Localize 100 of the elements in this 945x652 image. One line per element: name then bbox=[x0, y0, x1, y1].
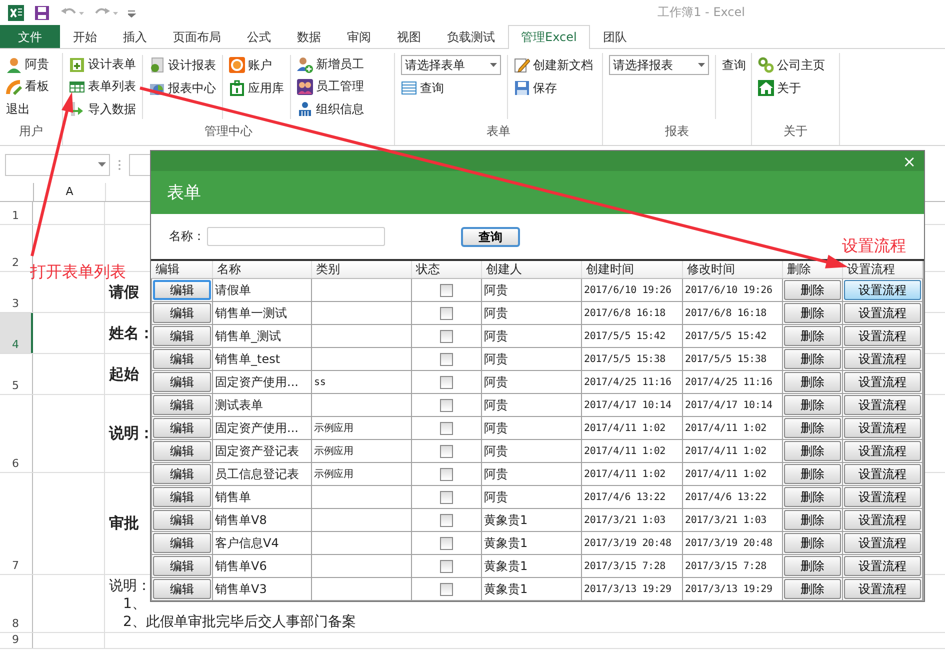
checkbox[interactable] bbox=[440, 537, 453, 550]
ribbon-button[interactable]: 查询 bbox=[722, 55, 746, 75]
ribbon-button[interactable]: 查询 bbox=[401, 78, 501, 98]
edit-button[interactable]: 编辑 bbox=[153, 441, 211, 461]
ribbon-button[interactable]: 员工管理 bbox=[297, 77, 364, 97]
ribbon-tab[interactable]: 负载测试 bbox=[434, 25, 508, 48]
delete-button[interactable]: 删除 bbox=[784, 280, 841, 300]
name-box[interactable] bbox=[5, 154, 110, 176]
checkbox[interactable] bbox=[440, 353, 453, 366]
checkbox[interactable] bbox=[440, 376, 453, 390]
delete-button[interactable]: 删除 bbox=[784, 303, 841, 323]
ribbon-button[interactable]: 阿贵 bbox=[6, 55, 49, 74]
query-button[interactable]: 查询 bbox=[461, 226, 520, 246]
delete-button[interactable]: 删除 bbox=[784, 372, 841, 392]
ribbon-tab[interactable]: 团队 bbox=[590, 25, 640, 48]
excel-icon[interactable] bbox=[8, 4, 24, 20]
delete-button[interactable]: 删除 bbox=[784, 510, 841, 530]
edit-button[interactable]: 编辑 bbox=[153, 395, 211, 415]
edit-button[interactable]: 编辑 bbox=[153, 510, 211, 530]
set-flow-button[interactable]: 设置流程 bbox=[844, 510, 921, 530]
checkbox[interactable] bbox=[440, 399, 453, 412]
column-header[interactable]: A bbox=[34, 183, 106, 201]
dropdown[interactable]: 请选择表单 bbox=[401, 55, 501, 75]
ribbon-button[interactable]: 设计表单 bbox=[69, 55, 136, 74]
row-header[interactable]: 7 bbox=[0, 473, 33, 574]
edit-button[interactable]: 编辑 bbox=[153, 533, 211, 553]
edit-button[interactable]: 编辑 bbox=[153, 464, 211, 484]
ribbon-button[interactable]: 设计报表 bbox=[149, 55, 216, 75]
checkbox[interactable] bbox=[440, 491, 453, 504]
edit-button[interactable]: 编辑 bbox=[153, 579, 211, 599]
close-button[interactable]: × bbox=[902, 152, 916, 170]
checkbox[interactable] bbox=[440, 560, 453, 574]
edit-button[interactable]: 编辑 bbox=[153, 280, 211, 300]
edit-button[interactable]: 编辑 bbox=[153, 349, 211, 369]
ribbon-button[interactable]: 应用库 bbox=[229, 78, 284, 98]
edit-button[interactable]: 编辑 bbox=[153, 372, 211, 392]
set-flow-button[interactable]: 设置流程 bbox=[844, 556, 921, 576]
ribbon-button[interactable]: 新增员工 bbox=[297, 55, 364, 74]
ribbon-tab[interactable]: 插入 bbox=[110, 25, 160, 48]
checkbox[interactable] bbox=[440, 468, 453, 482]
set-flow-button[interactable]: 设置流程 bbox=[844, 464, 921, 484]
checkbox[interactable] bbox=[440, 583, 453, 596]
row-header[interactable]: 8 bbox=[0, 575, 33, 632]
ribbon-button[interactable]: 创建新文档 bbox=[514, 55, 593, 75]
ribbon-tab[interactable]: 视图 bbox=[384, 25, 434, 48]
set-flow-button[interactable]: 设置流程 bbox=[844, 349, 921, 369]
ribbon-button[interactable]: 报表中心 bbox=[149, 78, 216, 98]
delete-button[interactable]: 删除 bbox=[784, 441, 841, 461]
ribbon-button[interactable]: 组织信息 bbox=[297, 100, 364, 119]
delete-button[interactable]: 删除 bbox=[784, 533, 841, 553]
checkbox[interactable] bbox=[440, 514, 453, 528]
edit-button[interactable]: 编辑 bbox=[153, 326, 211, 346]
name-field[interactable] bbox=[207, 227, 385, 246]
ribbon-tab[interactable]: 页面布局 bbox=[160, 25, 234, 48]
delete-button[interactable]: 删除 bbox=[784, 556, 841, 576]
ribbon-tab[interactable]: 审阅 bbox=[334, 25, 384, 48]
set-flow-button[interactable]: 设置流程 bbox=[844, 372, 921, 392]
row-header[interactable]: 4 bbox=[0, 313, 33, 353]
checkbox[interactable] bbox=[440, 422, 453, 436]
save-icon[interactable] bbox=[34, 4, 50, 20]
ribbon-button[interactable]: 关于 bbox=[758, 78, 825, 98]
ribbon-button[interactable]: 保存 bbox=[514, 78, 593, 98]
set-flow-button[interactable]: 设置流程 bbox=[844, 303, 921, 323]
row-header[interactable]: 2 bbox=[0, 225, 33, 271]
set-flow-button[interactable]: 设置流程 bbox=[844, 533, 921, 553]
delete-button[interactable]: 删除 bbox=[784, 395, 841, 415]
ribbon-tab[interactable]: 公式 bbox=[234, 25, 284, 48]
ribbon-button[interactable]: 表单列表 bbox=[69, 77, 136, 97]
ribbon-button[interactable]: 账户 bbox=[229, 55, 284, 75]
delete-button[interactable]: 删除 bbox=[784, 326, 841, 346]
edit-button[interactable]: 编辑 bbox=[153, 556, 211, 576]
ribbon-button[interactable]: 退出 bbox=[6, 100, 49, 119]
ribbon-button[interactable]: 公司主页 bbox=[758, 55, 825, 75]
row-header[interactable]: 6 bbox=[0, 395, 33, 472]
checkbox[interactable] bbox=[440, 445, 453, 458]
dropdown[interactable]: 请选择报表 bbox=[609, 55, 709, 75]
row-header[interactable]: 1 bbox=[0, 202, 33, 224]
customize-icon[interactable] bbox=[128, 8, 136, 18]
checkbox[interactable] bbox=[440, 330, 453, 344]
edit-button[interactable]: 编辑 bbox=[153, 418, 211, 438]
set-flow-button[interactable]: 设置流程 bbox=[844, 441, 921, 461]
delete-button[interactable]: 删除 bbox=[784, 418, 841, 438]
set-flow-button[interactable]: 设置流程 bbox=[844, 280, 921, 300]
ribbon-tab[interactable]: 开始 bbox=[60, 25, 110, 48]
ribbon-button[interactable]: 看板 bbox=[6, 77, 49, 97]
delete-button[interactable]: 删除 bbox=[784, 487, 841, 507]
set-flow-button[interactable]: 设置流程 bbox=[844, 579, 921, 599]
set-flow-button[interactable]: 设置流程 bbox=[844, 326, 921, 346]
checkbox[interactable] bbox=[440, 307, 453, 320]
set-flow-button[interactable]: 设置流程 bbox=[844, 395, 921, 415]
delete-button[interactable]: 删除 bbox=[784, 464, 841, 484]
row-header[interactable]: 9 bbox=[0, 633, 33, 648]
edit-button[interactable]: 编辑 bbox=[153, 487, 211, 507]
ribbon-tab[interactable]: 数据 bbox=[284, 25, 334, 48]
edit-button[interactable]: 编辑 bbox=[153, 303, 211, 323]
row-header[interactable]: 5 bbox=[0, 354, 33, 394]
delete-button[interactable]: 删除 bbox=[784, 579, 841, 599]
set-flow-button[interactable]: 设置流程 bbox=[844, 418, 921, 438]
checkbox[interactable] bbox=[440, 284, 453, 298]
file-tab[interactable]: 文件 bbox=[0, 25, 60, 48]
